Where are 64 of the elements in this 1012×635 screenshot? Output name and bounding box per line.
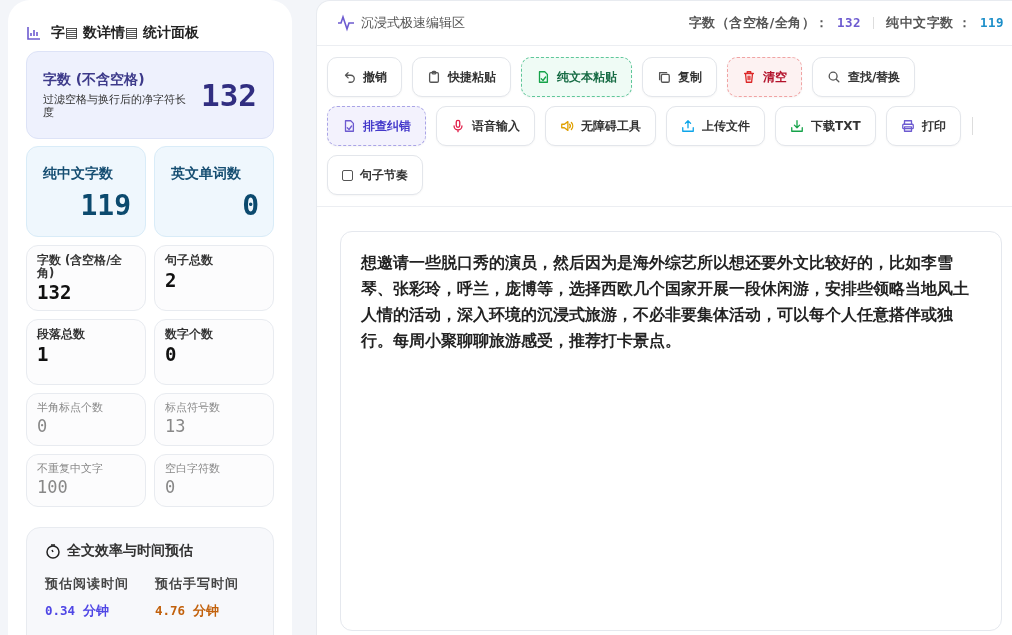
chart-icon — [26, 25, 42, 41]
time-label: 预估阅读时间 — [45, 576, 130, 593]
stat-value: 100 — [37, 477, 69, 497]
editor-title: 沉浸式极速编辑区 — [361, 14, 465, 32]
stat-label: 纯中文字数 — [43, 165, 114, 183]
panel-title: 字▤ 数详情▤ 统计面板 — [51, 24, 200, 42]
toolbar-button[interactable]: 无障碍工具 — [545, 106, 656, 146]
stat-value: 132 — [37, 281, 73, 304]
time-value: 4.76 分钟 — [155, 603, 220, 620]
toolbar-button[interactable]: 打印 — [885, 106, 961, 146]
time-value: 0.34 分钟 — [45, 603, 110, 620]
microphone-icon — [451, 119, 465, 133]
timing-title: 全文效率与时间预估 — [67, 542, 193, 560]
stat-note: 过滤空格与换行后的净字符长度 — [43, 92, 187, 120]
stat-label: 段落总数 — [37, 328, 86, 341]
stat-value: 119 — [79, 189, 131, 222]
clipboard-icon — [427, 70, 441, 84]
toolbar-button[interactable]: 排查纠错 — [327, 106, 426, 146]
stat-value: 0 — [241, 189, 259, 222]
stat-label: 句子总数 — [165, 254, 214, 267]
toolbar-button[interactable]: 纯文本粘贴 — [521, 57, 632, 97]
toolbar-button[interactable]: 上传文件 — [666, 106, 765, 146]
checkbox-toggle[interactable]: 句子节奏 — [327, 155, 423, 195]
copy-icon — [657, 70, 671, 84]
stat-label: 英文单词数 — [171, 165, 242, 183]
counter-label: 字数（含空格/全角）： — [688, 14, 829, 30]
toolbar-button[interactable]: 语音输入 — [436, 106, 535, 146]
counter-label: 纯中文字数 ： — [886, 14, 972, 30]
document-check-icon — [342, 119, 356, 133]
stat-value: 13 — [165, 416, 187, 436]
trash-icon — [742, 70, 756, 84]
stat-label: 标点符号数 — [165, 400, 221, 415]
stat-value: 132 — [201, 77, 257, 113]
toolbar-button[interactable]: 清空 — [727, 57, 802, 97]
timer-icon — [45, 543, 61, 559]
counter-value: 119 — [978, 14, 1004, 30]
undo-icon — [342, 70, 356, 84]
toolbar-button[interactable]: 快捷粘贴 — [412, 57, 511, 97]
text-editor[interactable]: 想邀请一些脱口秀的演员，然后因为是海外综艺所以想还要外文比较好的，比如李雪琴、张彩玲，呼兰，庞博等，选择西欧几个国家开展一段休闲游，安排些领略当地风土人情的活动，深入环境的沉浸式旅游，不必非要集体活动，可以每个人任意搭伴或独行。每周小聚聊聊旅游感受，推荐打卡景点。 — [340, 231, 1002, 631]
toolbar-button[interactable]: 撤销 — [327, 57, 402, 97]
upload-icon — [681, 119, 695, 133]
toolbar-button[interactable]: 查找/替换 — [812, 57, 916, 97]
toolbar-button[interactable]: 复制 — [642, 57, 717, 97]
pulse-icon — [337, 14, 355, 32]
download-icon — [790, 119, 804, 133]
stat-label: 空白字符数 — [165, 461, 221, 476]
time-label: 预估手写时间 — [155, 576, 240, 593]
document-check-icon — [536, 70, 550, 84]
stat-value: 2 — [165, 268, 178, 291]
stat-label: 半角标点个数 — [37, 400, 104, 415]
stat-label: 字数 (不含空格) — [43, 70, 146, 89]
stat-value: 0 — [165, 477, 177, 497]
printer-icon — [900, 119, 915, 133]
checkbox[interactable] — [342, 169, 353, 181]
toolbar-button[interactable]: 下载TXT — [775, 106, 876, 146]
stat-label: 不重复中文字 — [37, 461, 104, 476]
stat-label: 数字个数 — [165, 328, 214, 341]
counter-value: 132 — [835, 14, 862, 30]
stat-value: 1 — [37, 342, 50, 365]
stat-label: 字数 (含空格/全角) — [37, 254, 124, 280]
stat-value: 0 — [37, 416, 49, 436]
stat-value: 0 — [165, 342, 178, 365]
search-icon — [827, 70, 841, 84]
speaker-icon — [560, 119, 574, 133]
